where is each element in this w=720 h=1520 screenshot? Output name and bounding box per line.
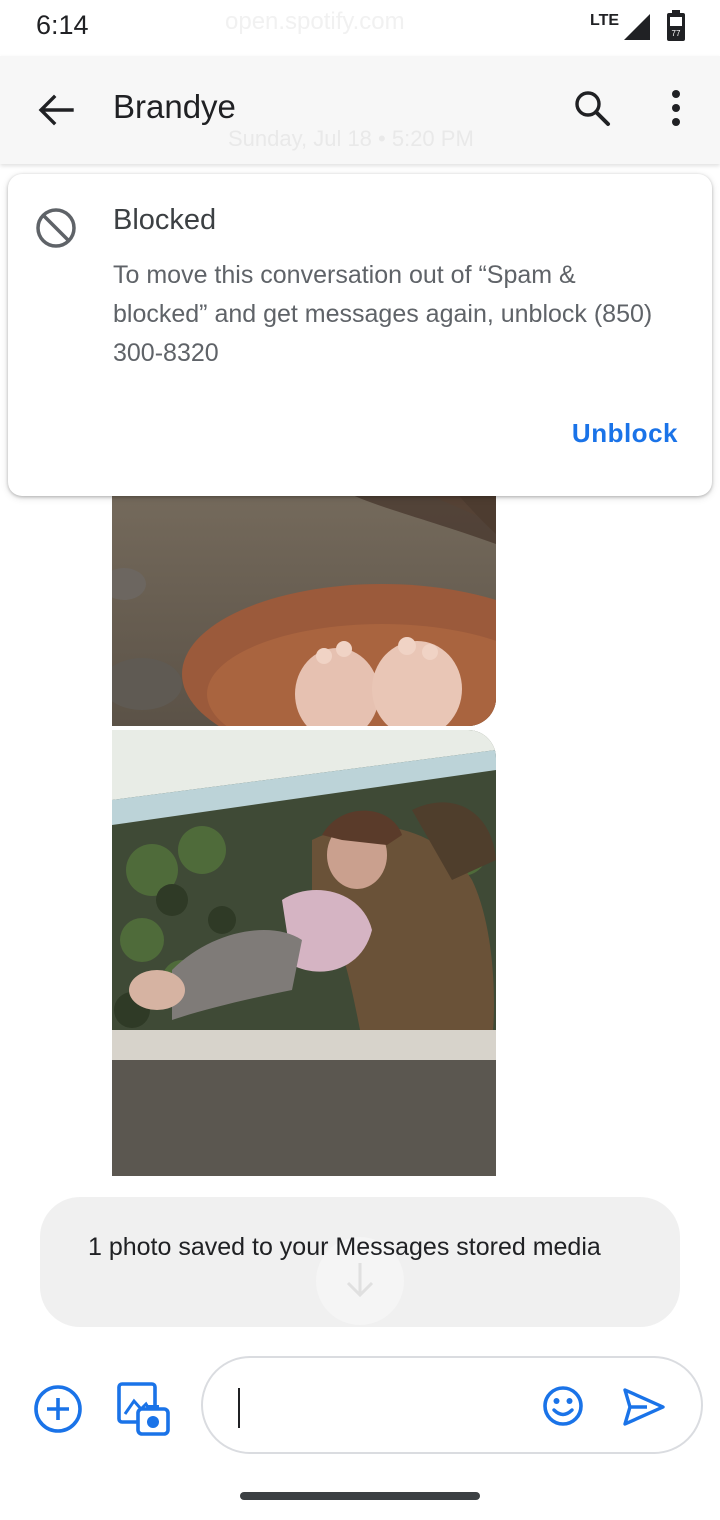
more-options-button[interactable] [648, 78, 704, 138]
blocked-title: Blocked [113, 204, 217, 236]
send-button[interactable] [621, 1384, 667, 1430]
signal-icon [624, 14, 650, 40]
search-button[interactable] [562, 78, 622, 138]
compose-bar [0, 1345, 720, 1465]
block-icon [36, 208, 76, 248]
photo-message-woman-dog[interactable] [112, 730, 496, 1176]
background-date-text: Sunday, Jul 18 • 5:20 PM [228, 126, 474, 151]
search-icon [575, 91, 610, 126]
add-circle-icon [34, 1385, 82, 1433]
add-attachment-button[interactable] [32, 1383, 84, 1435]
gallery-camera-button[interactable] [116, 1381, 170, 1437]
emoji-button[interactable] [541, 1384, 585, 1428]
gesture-nav-handle[interactable] [240, 1492, 480, 1500]
status-bar: open.spotify.com 6:14 LTE 77 [0, 0, 720, 56]
emoji-icon [543, 1386, 583, 1426]
message-compose-field[interactable] [201, 1356, 703, 1454]
blocked-description: To move this conversation out of “Spam &… [113, 261, 653, 367]
text-cursor [238, 1388, 240, 1428]
blocked-banner: Blocked To move this conversation out of… [8, 174, 712, 496]
unblock-button[interactable]: Unblock [572, 418, 678, 449]
back-arrow-icon [38, 94, 74, 126]
network-type: LTE [590, 12, 620, 29]
message-input[interactable] [235, 1386, 529, 1428]
toast-message: 1 photo saved to your Messages stored me… [88, 1233, 601, 1261]
send-icon [623, 1388, 665, 1426]
background-url-text: open.spotify.com [225, 8, 405, 35]
app-bar: Sunday, Jul 18 • 5:20 PM Brandye [0, 56, 720, 164]
battery-icon: 77 [667, 10, 685, 41]
saved-toast: 1 photo saved to your Messages stored me… [40, 1197, 680, 1327]
svg-text:77: 77 [672, 29, 681, 38]
back-button[interactable] [26, 80, 86, 140]
status-time: 6:14 [36, 10, 89, 40]
gallery-camera-icon [117, 1382, 170, 1436]
photo-woman-dog [112, 730, 496, 1176]
conversation-title: Brandye [113, 88, 236, 125]
more-vert-icon [672, 90, 680, 126]
